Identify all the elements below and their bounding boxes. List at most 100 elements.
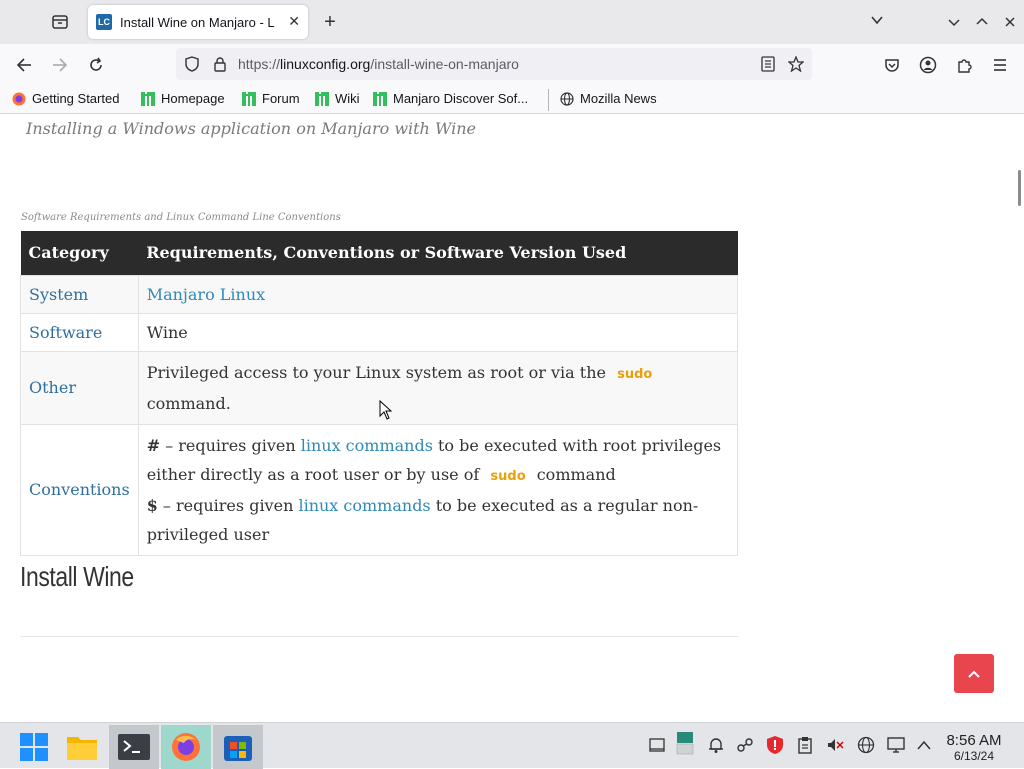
category-software: Software xyxy=(20,312,139,352)
manjaro-icon xyxy=(141,91,155,106)
bookmark-mozilla-news[interactable]: Mozilla News xyxy=(560,91,657,106)
conventions-text: – requires given xyxy=(157,495,299,515)
linux-commands-link[interactable]: linux commands xyxy=(301,436,433,455)
navigation-toolbar: https://linuxconfig.org/install-wine-on-… xyxy=(0,44,1024,85)
close-window-icon[interactable] xyxy=(1000,12,1020,32)
linuxconfig-favicon-icon: LC xyxy=(96,14,112,30)
reader-view-icon[interactable] xyxy=(758,54,778,74)
tracking-protection-shield-icon[interactable] xyxy=(182,54,202,74)
category-system: System xyxy=(20,274,139,314)
list-all-tabs-icon[interactable] xyxy=(870,12,884,31)
divider xyxy=(20,636,738,637)
table-row: Conventions # – requires given linux com… xyxy=(20,423,739,556)
page-content: Installing a Windows application on Manj… xyxy=(0,115,1024,722)
forward-button[interactable] xyxy=(47,52,73,78)
scrollbar-thumb[interactable] xyxy=(1018,170,1021,206)
linux-commands-link[interactable]: linux commands xyxy=(298,496,430,515)
notifications-icon[interactable] xyxy=(706,735,726,755)
other-text: Privileged access to your Linux system a… xyxy=(146,362,606,382)
menu-icon[interactable] xyxy=(987,52,1013,78)
bookmark-label: Getting Started xyxy=(32,91,120,106)
url-host: linuxconfig.org xyxy=(280,56,371,72)
tab-bar: LC Install Wine on Manjaro - L ✕ + xyxy=(0,0,1024,44)
workspace-pager-icon[interactable] xyxy=(675,732,695,755)
table-header-requirements: Requirements, Conventions or Software Ve… xyxy=(138,231,738,275)
table-caption: Software Requirements and Linux Command … xyxy=(21,212,341,223)
volume-muted-icon[interactable] xyxy=(825,735,845,755)
firefox-view-icon[interactable] xyxy=(48,11,72,33)
tab-install-wine[interactable]: LC Install Wine on Manjaro - L ✕ xyxy=(88,5,308,39)
system-clock[interactable]: 8:56 AM 6/13/24 xyxy=(940,732,1008,763)
file-manager-icon[interactable] xyxy=(57,725,107,769)
category-conventions: Conventions xyxy=(20,423,139,556)
bookmark-homepage[interactable]: Homepage xyxy=(141,91,225,106)
url-text[interactable]: https://linuxconfig.org/install-wine-on-… xyxy=(238,56,519,72)
table-header-row: Category Requirements, Conventions or So… xyxy=(20,231,738,275)
table-row: Software Wine xyxy=(20,312,739,352)
terminal-icon[interactable] xyxy=(109,725,159,769)
conventions-text: – requires given xyxy=(160,435,301,455)
back-to-top-button[interactable] xyxy=(954,654,994,693)
bookmark-label: Manjaro Discover Sof... xyxy=(393,91,529,106)
manjaro-icon xyxy=(373,91,387,106)
table-header-category: Category xyxy=(20,231,139,275)
clipboard-icon[interactable] xyxy=(795,735,815,755)
table-row: System Manjaro Linux xyxy=(20,274,739,314)
extensions-icon[interactable] xyxy=(951,52,977,78)
clock-date: 6/13/24 xyxy=(953,749,995,763)
software-store-icon[interactable] xyxy=(213,725,263,769)
clock-time: 8:56 AM xyxy=(946,732,1002,749)
category-other: Other xyxy=(20,350,139,425)
firefox-icon[interactable] xyxy=(161,725,211,769)
value-system: Manjaro Linux xyxy=(137,274,739,314)
pocket-icon[interactable] xyxy=(879,52,905,78)
conventions-text: command xyxy=(536,464,616,484)
hash-symbol: # xyxy=(146,435,161,455)
maximize-window-icon[interactable] xyxy=(972,12,992,32)
kde-connect-icon[interactable] xyxy=(735,735,755,755)
image-caption: Installing a Windows application on Manj… xyxy=(26,119,476,138)
security-shield-icon[interactable] xyxy=(765,735,785,755)
bookmark-manjaro-discover[interactable]: Manjaro Discover Sof... xyxy=(373,91,528,106)
dollar-symbol: $ xyxy=(146,495,158,515)
bookmarks-separator xyxy=(548,89,549,111)
start-menu-icon[interactable] xyxy=(9,725,59,769)
other-text-end: command. xyxy=(146,393,231,413)
value-software: Wine xyxy=(137,312,739,352)
lock-icon[interactable] xyxy=(210,54,230,74)
manjaro-icon xyxy=(315,91,329,106)
chevron-up-icon xyxy=(968,670,980,678)
mouse-cursor-icon xyxy=(379,399,393,424)
reload-button[interactable] xyxy=(83,52,109,78)
url-path: /install-wine-on-manjaro xyxy=(370,56,519,72)
manjaro-icon xyxy=(242,91,256,106)
section-heading-install-wine: Install Wine xyxy=(20,561,134,592)
manjaro-linux-link[interactable]: Manjaro Linux xyxy=(147,285,265,304)
minimize-window-icon[interactable] xyxy=(944,12,964,32)
requirements-table: Category Requirements, Conventions or So… xyxy=(20,231,739,556)
globe-icon xyxy=(560,91,574,106)
account-icon[interactable] xyxy=(915,52,941,78)
url-bar[interactable]: https://linuxconfig.org/install-wine-on-… xyxy=(176,48,812,80)
tab-title: Install Wine on Manjaro - L xyxy=(120,14,275,30)
bookmark-getting-started[interactable]: Getting Started xyxy=(12,91,119,106)
url-scheme: https:// xyxy=(238,56,281,72)
bookmark-label: Forum xyxy=(262,91,300,106)
back-button[interactable] xyxy=(11,52,37,78)
taskbar: 8:56 AM 6/13/24 xyxy=(0,722,1024,769)
value-other: Privileged access to your Linux system a… xyxy=(137,350,739,425)
sudo-code: sudo xyxy=(490,468,526,484)
show-hidden-icons-chevron-up-icon[interactable] xyxy=(914,735,934,755)
close-tab-icon[interactable]: ✕ xyxy=(288,13,300,30)
bookmark-forum[interactable]: Forum xyxy=(242,91,300,106)
bookmark-label: Wiki xyxy=(335,91,360,106)
bookmarks-toolbar: Getting Started Homepage Forum Wiki Manj… xyxy=(0,85,1024,114)
bookmark-wiki[interactable]: Wiki xyxy=(315,91,360,106)
network-globe-icon[interactable] xyxy=(856,735,876,755)
bookmark-star-icon[interactable] xyxy=(786,54,806,74)
bookmark-label: Homepage xyxy=(161,91,225,106)
new-tab-button[interactable]: + xyxy=(318,10,342,34)
show-desktop-icon[interactable] xyxy=(647,735,667,755)
display-configuration-icon[interactable] xyxy=(886,735,906,755)
bookmark-label: Mozilla News xyxy=(580,91,657,106)
